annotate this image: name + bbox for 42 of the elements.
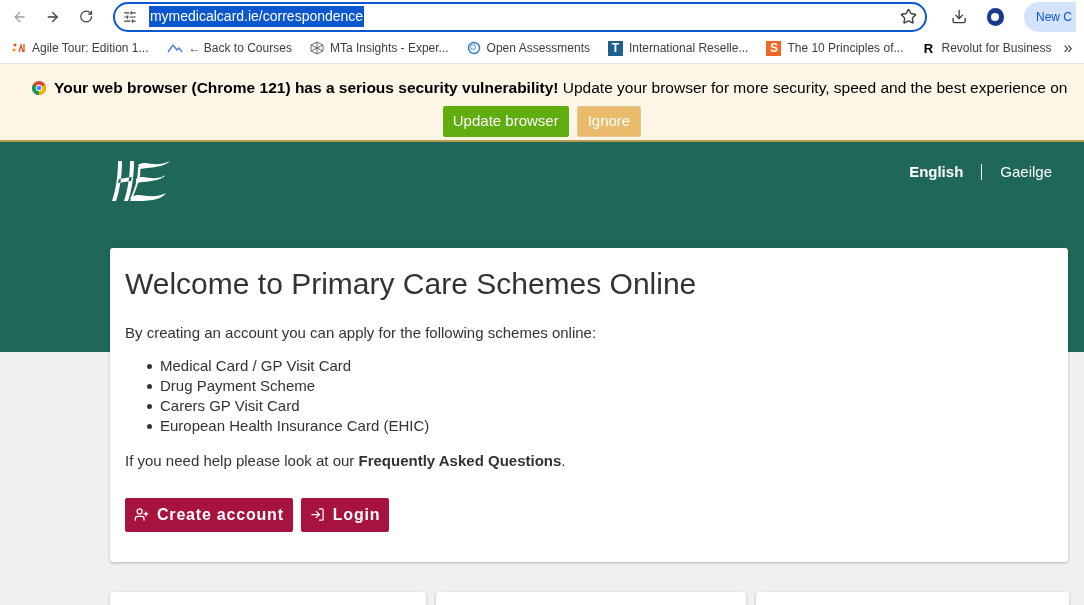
bookmark-icon: T xyxy=(608,40,623,56)
bookmark[interactable]: T International Reselle... xyxy=(602,39,755,58)
bookmark[interactable]: Open Assessments xyxy=(460,39,596,58)
bookmark-icon xyxy=(12,42,26,55)
url-text: mymedicalcard.ie/correspondence xyxy=(148,6,365,28)
bookmark[interactable]: MTa Insights - Exper... xyxy=(303,39,455,58)
bullet-icon xyxy=(147,423,152,429)
bullet-icon xyxy=(147,363,152,369)
bookmark-star-icon[interactable] xyxy=(899,8,917,26)
reload-icon[interactable] xyxy=(78,9,93,25)
site-info-icon[interactable] xyxy=(122,9,137,24)
bullet-icon xyxy=(147,383,152,389)
intro-text: By creating an account you can apply for the following schemes online: xyxy=(125,322,598,343)
help-text: If you need help please look at our Frequently Asked Questions. xyxy=(125,451,567,472)
scheme-item: European Health Insurance Card (EHIC) xyxy=(160,415,430,436)
bookmark[interactable]: R Revolut for Business xyxy=(915,38,1058,58)
scheme-item: Drug Payment Scheme xyxy=(160,375,316,396)
scheme-item: Carers GP Visit Card xyxy=(160,395,300,416)
bookmark[interactable]: Agile Tour: Edition 1... xyxy=(6,39,155,58)
bookmark[interactable]: ← Back to Courses xyxy=(160,39,298,58)
scheme-item: Medical Card / GP Visit Card xyxy=(160,355,352,376)
add-person-icon xyxy=(134,507,149,523)
more-bookmarks[interactable]: » xyxy=(1063,36,1073,61)
address-bar[interactable]: mymedicalcard.ie/correspondence xyxy=(112,1,927,32)
login-button[interactable]: Login xyxy=(300,497,390,532)
bookmark-icon: S xyxy=(766,40,782,56)
card-title: Welcome to Primary Care Schemes Online xyxy=(125,265,698,302)
language-link[interactable]: Gaeilge xyxy=(1000,160,1052,184)
profile-avatar[interactable] xyxy=(986,7,1004,26)
cube-icon xyxy=(309,41,324,56)
bookmark[interactable]: S The 10 Principles of... xyxy=(760,39,910,58)
create-account-button[interactable]: Create account xyxy=(125,497,293,532)
language-link[interactable]: English xyxy=(909,160,964,184)
swirl-icon xyxy=(466,41,481,56)
mountain-icon xyxy=(166,43,183,54)
download-icon[interactable] xyxy=(950,8,967,26)
login-icon xyxy=(309,507,325,523)
side-button[interactable]: New C xyxy=(1023,1,1076,32)
chrome-icon xyxy=(32,81,46,95)
bookmark-icon: R xyxy=(921,38,936,58)
security-warning: Your web browser (Chrome 121) has a serious security vulnerability! Update your browser for more security, speed and the best experience on xyxy=(54,78,1068,99)
bullet-icon xyxy=(147,403,152,409)
